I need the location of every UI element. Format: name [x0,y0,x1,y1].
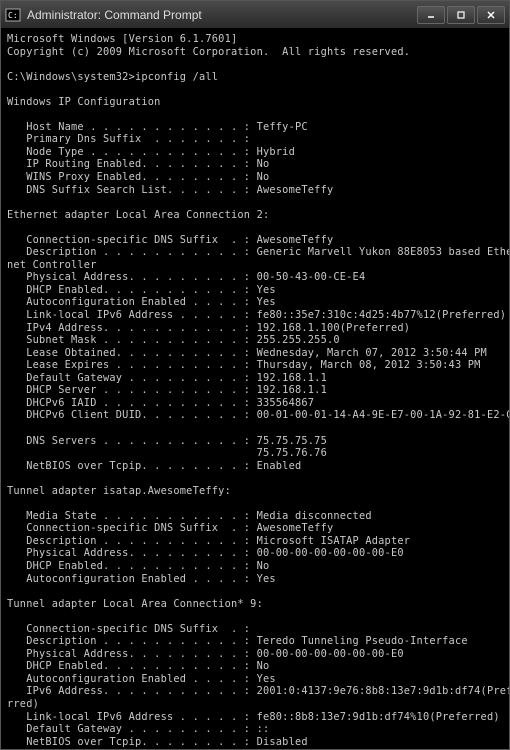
terminal-line: Node Type . . . . . . . . . . . . : Hybr… [7,146,503,159]
terminal-line: DNS Servers . . . . . . . . . . . : 75.7… [7,435,503,448]
terminal-line: Connection-specific DNS Suffix . : Aweso… [7,522,503,535]
cmd-icon: C: [5,7,21,23]
terminal-line: IPv4 Address. . . . . . . . . . . : 192.… [7,322,503,335]
terminal-output[interactable]: Microsoft Windows [Version 6.1.7601]Copy… [1,29,509,749]
window-controls [417,6,505,24]
svg-text:C:: C: [8,11,18,20]
terminal-line: Media State . . . . . . . . . . . : Medi… [7,510,503,523]
terminal-line: Connection-specific DNS Suffix . : Aweso… [7,234,503,247]
terminal-line: DHCP Server . . . . . . . . . . . : 192.… [7,384,503,397]
terminal-line: DHCPv6 IAID . . . . . . . . . . . : 3355… [7,397,503,410]
terminal-line: IP Routing Enabled. . . . . . . . : No [7,158,503,171]
terminal-line: Description . . . . . . . . . . . : Gene… [7,246,503,259]
terminal-line: 75.75.76.76 [7,447,503,460]
terminal-line: Tunnel adapter isatap.AwesomeTeffy: [7,485,503,498]
terminal-line: DNS Suffix Search List. . . . . . : Awes… [7,184,503,197]
terminal-line: Primary Dns Suffix . . . . . . . : [7,133,503,146]
terminal-line: Default Gateway . . . . . . . . . : 192.… [7,372,503,385]
terminal-line [7,422,503,435]
close-button[interactable] [477,6,505,24]
terminal-line: DHCPv6 Client DUID. . . . . . . . : 00-0… [7,409,503,422]
terminal-line: Description . . . . . . . . . . . : Tere… [7,635,503,648]
terminal-line: Autoconfiguration Enabled . . . . : Yes [7,673,503,686]
terminal-line [7,610,503,623]
terminal-line: NetBIOS over Tcpip. . . . . . . . : Disa… [7,736,503,749]
terminal-line: Connection-specific DNS Suffix . : [7,623,503,636]
terminal-line [7,748,503,749]
maximize-button[interactable] [447,6,475,24]
terminal-line: Host Name . . . . . . . . . . . . : Teff… [7,121,503,134]
titlebar[interactable]: C: Administrator: Command Prompt [1,1,509,29]
terminal-line: Copyright (c) 2009 Microsoft Corporation… [7,46,503,59]
terminal-line: Default Gateway . . . . . . . . . : :: [7,723,503,736]
terminal-line: Ethernet adapter Local Area Connection 2… [7,209,503,222]
terminal-line: Link-local IPv6 Address . . . . . : fe80… [7,711,503,724]
terminal-line: IPv6 Address. . . . . . . . . . . : 2001… [7,685,503,698]
terminal-line [7,497,503,510]
terminal-line: Lease Obtained. . . . . . . . . . : Wedn… [7,347,503,360]
terminal-line: Physical Address. . . . . . . . . : 00-5… [7,271,503,284]
terminal-line [7,472,503,485]
terminal-line: Subnet Mask . . . . . . . . . . . : 255.… [7,334,503,347]
terminal-line: C:\Windows\system32>ipconfig /all [7,71,503,84]
terminal-line: DHCP Enabled. . . . . . . . . . . : No [7,660,503,673]
terminal-line: NetBIOS over Tcpip. . . . . . . . : Enab… [7,460,503,473]
command-prompt-window: C: Administrator: Command Prompt Microso… [0,0,510,750]
terminal-line [7,83,503,96]
terminal-line [7,585,503,598]
terminal-line [7,108,503,121]
terminal-line: Autoconfiguration Enabled . . . . : Yes [7,296,503,309]
terminal-line: net Controller [7,259,503,272]
terminal-line: Physical Address. . . . . . . . . : 00-0… [7,648,503,661]
terminal-line: Microsoft Windows [Version 6.1.7601] [7,33,503,46]
terminal-line [7,221,503,234]
minimize-button[interactable] [417,6,445,24]
terminal-line [7,58,503,71]
terminal-line [7,196,503,209]
terminal-line: Physical Address. . . . . . . . . : 00-0… [7,547,503,560]
terminal-line: DHCP Enabled. . . . . . . . . . . : No [7,560,503,573]
terminal-line: Lease Expires . . . . . . . . . . : Thur… [7,359,503,372]
terminal-line: Windows IP Configuration [7,96,503,109]
terminal-line: rred) [7,698,503,711]
terminal-line: Link-local IPv6 Address . . . . . : fe80… [7,309,503,322]
window-title: Administrator: Command Prompt [27,8,417,22]
terminal-line: Tunnel adapter Local Area Connection* 9: [7,598,503,611]
terminal-line: DHCP Enabled. . . . . . . . . . . : Yes [7,284,503,297]
terminal-line: WINS Proxy Enabled. . . . . . . . : No [7,171,503,184]
terminal-line: Autoconfiguration Enabled . . . . : Yes [7,573,503,586]
terminal-line: Description . . . . . . . . . . . : Micr… [7,535,503,548]
